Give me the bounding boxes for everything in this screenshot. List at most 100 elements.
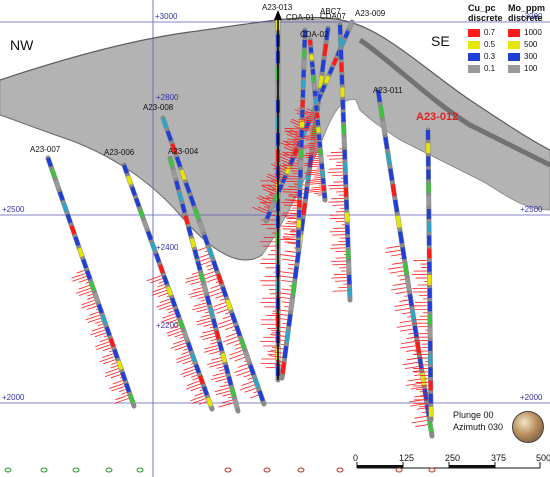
cu-assay-segment xyxy=(282,345,289,359)
mo-assay-bar xyxy=(190,394,208,402)
cu-assay-segment xyxy=(69,224,77,235)
elevation-label: +2000 xyxy=(520,393,543,402)
cu-assay-segment xyxy=(321,185,327,192)
drillhole-label: A23-008 xyxy=(143,103,174,112)
cu-assay-segment xyxy=(315,93,323,102)
cu-assay-segment xyxy=(320,177,326,184)
cu-assay-segment xyxy=(407,294,414,307)
mo-assay-bar xyxy=(282,191,300,193)
cu-assay-segment xyxy=(308,39,313,46)
cu-assay-segment xyxy=(312,90,318,97)
cu-assay-segment xyxy=(284,330,291,343)
mo-assay-bar xyxy=(176,356,194,364)
cu-legend-row: 0.3 xyxy=(468,52,495,61)
cu-assay-segment xyxy=(85,270,92,280)
cu-assay-segment xyxy=(229,387,237,398)
cu-assay-segment xyxy=(398,231,404,244)
cu-assay-segment xyxy=(108,337,116,348)
cu-assay-segment xyxy=(178,319,185,330)
cu-assay-segment xyxy=(146,230,153,241)
cu-assay-segment xyxy=(93,292,100,303)
cu-legend-row: 0.7 xyxy=(468,28,495,37)
se-direction-label: SE xyxy=(431,33,450,49)
mo-assay-bar xyxy=(176,353,193,360)
azimuth-value: Azimuth 030 xyxy=(453,422,504,432)
mo-assay-bar xyxy=(280,254,298,258)
cu-assay-segment xyxy=(162,275,169,285)
cu-assay-segment xyxy=(202,283,209,294)
drillhole-trace[interactable] xyxy=(45,155,137,409)
cu-assay-segment xyxy=(211,318,218,329)
drillhole-label: A23-006 xyxy=(104,148,135,157)
cu-assay-segment xyxy=(189,237,196,248)
drillhole-label: A23-009 xyxy=(355,9,386,18)
cu-assay-segment xyxy=(286,314,293,327)
orientation-compass-icon[interactable] xyxy=(512,411,544,443)
cu-assay-segment xyxy=(378,105,385,118)
cu-assay-segment xyxy=(315,119,321,126)
mo-assay-bar xyxy=(146,274,164,282)
cu-assay-segment xyxy=(323,75,331,84)
cu-assay-segment xyxy=(166,286,173,296)
cu-assay-segment xyxy=(299,218,305,232)
cu-assay-segment xyxy=(217,341,224,352)
mo-assay-bar xyxy=(411,419,430,424)
cu-assay-segment xyxy=(205,295,212,306)
mo-assay-bar xyxy=(387,266,406,270)
cu-assay-segment xyxy=(65,213,73,224)
mo-assay-bar xyxy=(81,301,99,309)
cu-assay-segment xyxy=(412,325,419,339)
cu-assay-segment xyxy=(168,157,175,168)
mo-assay-bar xyxy=(400,344,418,349)
cu-assay-segment xyxy=(130,186,137,197)
cu-assay-segment xyxy=(293,266,299,279)
cu-assay-segment xyxy=(314,105,319,112)
mo-blue-swatch xyxy=(508,52,520,61)
cu-assay-segment xyxy=(116,360,124,371)
cu-assay-segment xyxy=(194,363,201,374)
mo-assay-bar xyxy=(75,287,94,294)
cu-assay-segment xyxy=(269,202,276,211)
mo-red-swatch xyxy=(508,28,520,37)
cu-assay-segment xyxy=(174,180,181,191)
cu-assay-segment xyxy=(182,330,189,341)
cu-assay-segment xyxy=(322,192,327,199)
mo-assay-bar xyxy=(390,286,409,291)
mo-assay-bar xyxy=(331,277,350,279)
cu-assay-segment xyxy=(186,341,193,352)
cu-assay-segment xyxy=(318,156,324,163)
cu-assay-segment xyxy=(81,258,89,269)
cu-assay-segment xyxy=(112,348,120,359)
cu-assay-segment xyxy=(158,264,165,274)
mo-assay-bar xyxy=(329,217,348,220)
scale-tick-label: 0 xyxy=(353,453,358,463)
mo-assay-bar xyxy=(329,230,348,233)
cu-assay-segment xyxy=(202,386,209,396)
cu-assay-segment xyxy=(195,260,203,271)
scale-tick-label: 500 xyxy=(536,453,550,463)
mo-assay-bar xyxy=(283,141,302,143)
mo-assay-bar xyxy=(113,397,132,404)
plunge-value: Plunge 00 xyxy=(453,410,494,420)
cu-assay-segment xyxy=(198,272,206,283)
mo-assay-bar xyxy=(330,247,349,249)
cu-assay-segment xyxy=(422,388,429,401)
cu-assay-segment xyxy=(310,61,315,68)
cu-assay-segment xyxy=(276,184,284,193)
cu-assay-segment xyxy=(214,329,221,340)
drillhole-label: A23-011 xyxy=(373,86,403,95)
cu-assay-segment xyxy=(317,141,323,148)
cu-assay-segment xyxy=(61,202,69,213)
mo-assay-bar xyxy=(395,307,413,312)
cu-assay-segment xyxy=(120,371,128,382)
cu-assay-segment xyxy=(46,157,53,168)
mo-assay-bar xyxy=(185,382,203,390)
cu-assay-segment xyxy=(77,247,85,258)
cu-assay-segment xyxy=(174,308,181,319)
cu-red-swatch xyxy=(468,28,480,37)
cu-assay-segment xyxy=(192,249,199,260)
cu-assay-segment xyxy=(177,191,184,202)
cu-assay-segment xyxy=(320,170,325,177)
mo-assay-bar xyxy=(167,330,184,337)
cu-assay-segment xyxy=(220,352,227,363)
